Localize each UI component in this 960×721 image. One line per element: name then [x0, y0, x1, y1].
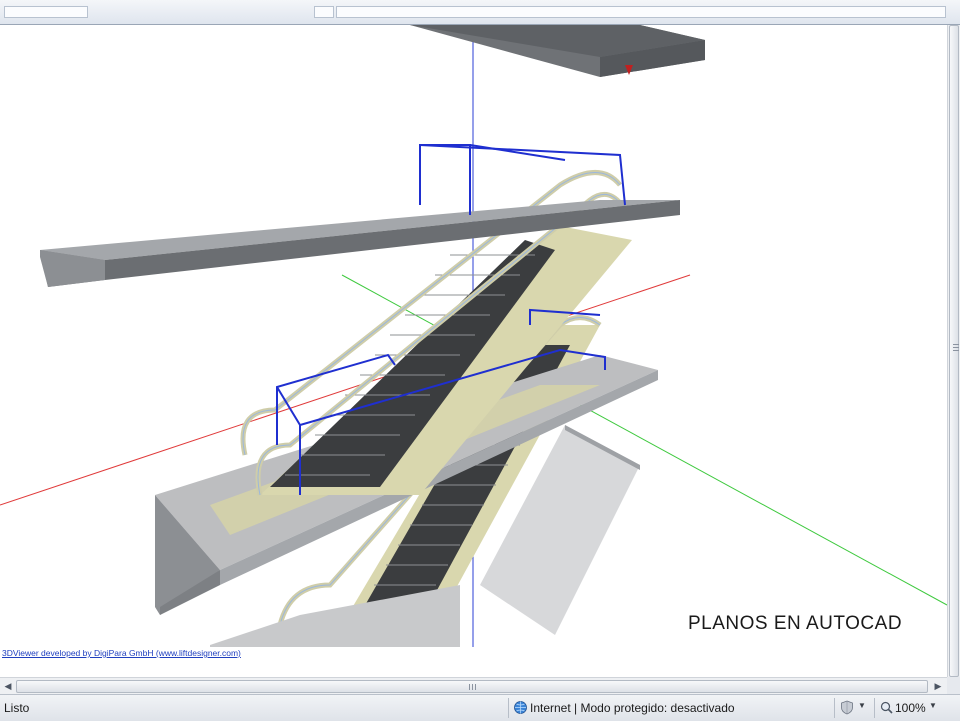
status-divider [874, 698, 875, 718]
vertical-scrollbar[interactable] [947, 25, 960, 677]
scroll-grip [953, 347, 959, 348]
scroll-grip [953, 344, 959, 345]
globe-icon [514, 701, 527, 714]
horizontal-scroll-thumb[interactable] [16, 680, 928, 693]
toolbar-field[interactable] [336, 6, 946, 18]
bottom-slab [210, 585, 460, 647]
zoom-level[interactable]: 100% [895, 701, 926, 715]
browser-top-strip [0, 0, 960, 25]
scroll-grip [472, 684, 473, 690]
ceiling-slab [410, 25, 705, 77]
overlay-title: PLANOS EN AUTOCAD [688, 613, 903, 634]
scroll-grip [469, 684, 470, 690]
horizontal-scrollbar[interactable]: ◀ ▶ [0, 677, 947, 695]
toolbar-field[interactable] [314, 6, 334, 18]
scroll-grip [953, 350, 959, 351]
scroll-right-arrow-icon[interactable]: ▶ [931, 680, 945, 693]
chevron-down-icon[interactable]: ▼ [858, 701, 866, 710]
security-shield-icon[interactable] [840, 700, 854, 715]
chevron-down-icon[interactable]: ▼ [929, 701, 937, 710]
toolbar-gap [96, 6, 308, 18]
scrollbar-corner [947, 677, 960, 694]
escalator-3d-model [0, 25, 947, 647]
scroll-left-arrow-icon[interactable]: ◀ [1, 680, 15, 693]
status-text: Listo [4, 701, 30, 715]
scroll-grip [475, 684, 476, 690]
security-zone-text[interactable]: Internet | Modo protegido: desactivado [530, 701, 735, 715]
vertical-scroll-thumb[interactable] [949, 25, 959, 677]
zoom-icon[interactable] [880, 701, 893, 714]
status-divider [834, 698, 835, 718]
viewer-credit-link[interactable]: 3DViewer developed by DigiPara GmbH (www… [2, 648, 241, 658]
status-divider [508, 698, 509, 718]
status-bar: Listo Internet | Modo protegido: desacti… [0, 694, 960, 721]
toolbar-field[interactable] [4, 6, 88, 18]
3d-viewport[interactable]: PLANOS EN AUTOCAD [0, 25, 948, 647]
